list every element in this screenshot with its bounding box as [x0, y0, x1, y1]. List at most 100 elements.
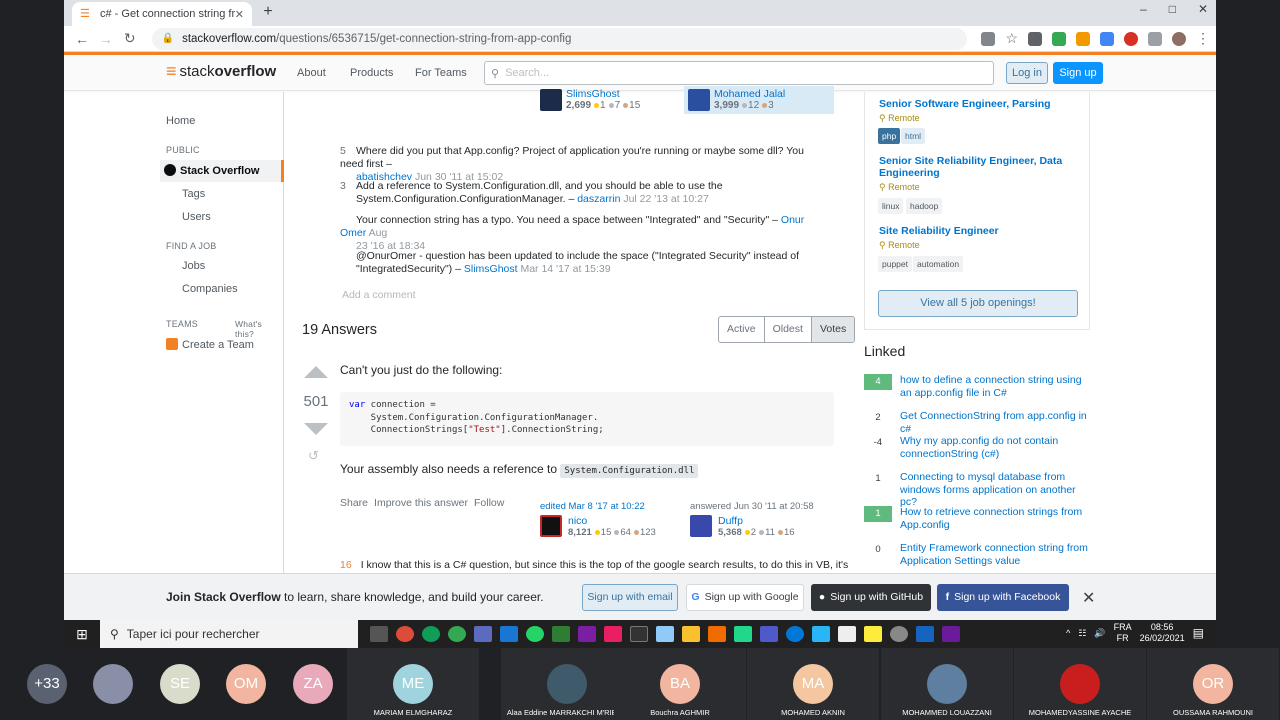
whatsapp-icon[interactable] — [526, 626, 544, 642]
job-tag[interactable]: puppet — [878, 256, 912, 272]
participant-tile[interactable]: ME MARIAM ELMGHARAZ — [347, 648, 479, 720]
linked-item[interactable]: 4 how to define a connection string using… — [864, 374, 1090, 399]
address-bar[interactable]: 🔒 stackoverflow.com /questions/6536715/g… — [151, 27, 968, 50]
app-icon[interactable] — [656, 626, 674, 642]
translate-icon[interactable] — [981, 31, 996, 46]
linked-title[interactable]: How to retrieve connection strings from … — [900, 506, 1090, 531]
forward-icon[interactable]: → — [94, 31, 118, 47]
nav-for-teams[interactable]: For Teams — [415, 67, 467, 79]
share-link[interactable]: Share — [340, 497, 368, 509]
user-name[interactable]: nico — [568, 515, 656, 527]
participant-tile[interactable]: OM — [216, 648, 276, 720]
close-tab-icon[interactable]: ✕ — [235, 8, 244, 21]
close-banner-icon[interactable]: ✕ — [1082, 588, 1095, 608]
sort-votes[interactable]: Votes — [811, 317, 855, 342]
history-icon[interactable]: ↺ — [308, 448, 319, 464]
job-tag[interactable]: automation — [913, 256, 964, 272]
linked-title[interactable]: Connecting to mysql database from window… — [900, 471, 1090, 509]
edited-link[interactable]: edited Mar 8 '17 at 10:22 — [540, 501, 645, 512]
job-tag[interactable]: linux — [878, 198, 904, 214]
participant-tile[interactable] — [83, 648, 143, 720]
linked-title[interactable]: Why my app.config do not contain connect… — [900, 435, 1090, 460]
create-team-link[interactable]: Create a Team — [166, 338, 254, 351]
participant-tile[interactable]: BA Bouchra AGHMIR — [614, 648, 746, 720]
participant-tile[interactable]: MOHAMMED LOUAZZANI — [881, 648, 1013, 720]
sort-active[interactable]: Active — [719, 317, 765, 342]
visual-studio-icon[interactable] — [942, 626, 960, 642]
language-indicator[interactable]: FRA FR — [1114, 622, 1132, 644]
bookmark-star-icon[interactable]: ☆ — [1005, 30, 1018, 47]
app-icon[interactable] — [812, 626, 830, 642]
extension-icon[interactable] — [1052, 31, 1066, 46]
settings-icon[interactable] — [890, 626, 908, 642]
app-icon[interactable] — [916, 626, 934, 642]
mail-icon[interactable] — [500, 626, 518, 642]
sticky-notes-icon[interactable] — [864, 626, 882, 642]
comment-user[interactable]: daszarrin — [577, 193, 620, 205]
participant-tile[interactable]: SE — [150, 648, 210, 720]
app-icon[interactable] — [552, 626, 570, 642]
edge-icon[interactable] — [786, 626, 804, 642]
signup-facebook-button[interactable]: f Sign up with Facebook — [937, 584, 1069, 611]
extension-icon[interactable] — [1124, 31, 1138, 46]
app-icon[interactable] — [474, 626, 492, 642]
participant-tile[interactable]: ZA — [283, 648, 343, 720]
user-name[interactable]: SlimsGhost — [566, 88, 640, 100]
signup-email-button[interactable]: Sign up with email — [582, 584, 678, 611]
sidebar-item-home[interactable]: Home — [166, 115, 195, 127]
signup-github-button[interactable]: ● Sign up with GitHub — [811, 584, 931, 611]
follow-link[interactable]: Follow — [474, 497, 504, 509]
extension-icon[interactable] — [1100, 31, 1114, 46]
reload-icon[interactable]: ↻ — [118, 30, 142, 47]
linked-title[interactable]: Entity Framework connection string from … — [900, 542, 1090, 567]
chrome-icon[interactable] — [396, 626, 414, 642]
signup-google-button[interactable]: G Sign up with Google — [686, 584, 804, 611]
participant-tile[interactable]: MOHAMEDYASSINE AYACHE — [1014, 648, 1146, 720]
close-window-icon[interactable]: ✕ — [1198, 2, 1208, 16]
avatar[interactable] — [690, 515, 712, 537]
job-title[interactable]: Site Reliability Engineer — [879, 225, 1079, 237]
linked-item[interactable]: 1 How to retrieve connection strings from… — [864, 506, 1090, 531]
minimize-icon[interactable]: – — [1140, 2, 1147, 16]
back-icon[interactable]: ← — [70, 31, 94, 47]
sort-oldest[interactable]: Oldest — [765, 317, 812, 342]
taskbar-search[interactable]: ⚲ Taper ici pour rechercher — [100, 620, 358, 648]
job-tag[interactable]: html — [901, 128, 926, 144]
profile-avatar[interactable] — [1172, 31, 1186, 46]
job-title[interactable]: Senior Site Reliability Engineer, Data E… — [879, 155, 1079, 179]
downvote-icon[interactable] — [304, 423, 328, 435]
avatar[interactable] — [540, 515, 562, 537]
upvote-icon[interactable] — [304, 366, 328, 378]
search-input[interactable]: ⚲ Search... — [484, 61, 994, 85]
task-view-icon[interactable] — [370, 626, 388, 642]
whats-this-link[interactable]: What's this? — [235, 319, 283, 339]
view-all-jobs-button[interactable]: View all 5 job openings! — [878, 290, 1078, 317]
maximize-icon[interactable]: □ — [1169, 2, 1176, 16]
app-icon[interactable] — [448, 626, 466, 642]
app-icon[interactable] — [708, 626, 726, 642]
job-tag[interactable]: php — [878, 128, 901, 144]
menu-dots-icon[interactable]: ⋮ — [1196, 30, 1210, 47]
nav-products[interactable]: Products — [350, 67, 393, 79]
signup-button[interactable]: Sign up — [1053, 62, 1103, 84]
terminal-icon[interactable] — [630, 626, 648, 642]
linked-title[interactable]: Get ConnectionString from app.config in … — [900, 410, 1090, 435]
clock[interactable]: 08:56 26/02/2021 — [1140, 622, 1185, 644]
pycharm-icon[interactable] — [734, 626, 752, 642]
add-comment-link[interactable]: Add a comment — [342, 289, 416, 301]
extension-icon[interactable] — [1076, 31, 1090, 46]
so-logo[interactable]: ≡ stack overflow — [166, 61, 276, 82]
volume-icon[interactable]: 🔊 — [1094, 628, 1105, 639]
job-title[interactable]: Senior Software Engineer, Parsing — [879, 98, 1079, 110]
extension-icon[interactable] — [1028, 31, 1042, 46]
user-name[interactable]: Duffp — [718, 515, 795, 527]
chrome-icon[interactable] — [422, 626, 440, 642]
app-icon[interactable] — [838, 626, 856, 642]
participant-tile[interactable]: +33 — [17, 648, 77, 720]
linked-item[interactable]: 2 Get ConnectionString from app.config in… — [864, 410, 1090, 435]
sidebar-item-users[interactable]: Users — [182, 211, 211, 223]
chevron-up-icon[interactable]: ^ — [1066, 628, 1070, 638]
login-button[interactable]: Log in — [1006, 62, 1048, 84]
sidebar-item-jobs[interactable]: Jobs — [182, 260, 205, 272]
comment-user[interactable]: SlimsGhost — [464, 263, 518, 275]
